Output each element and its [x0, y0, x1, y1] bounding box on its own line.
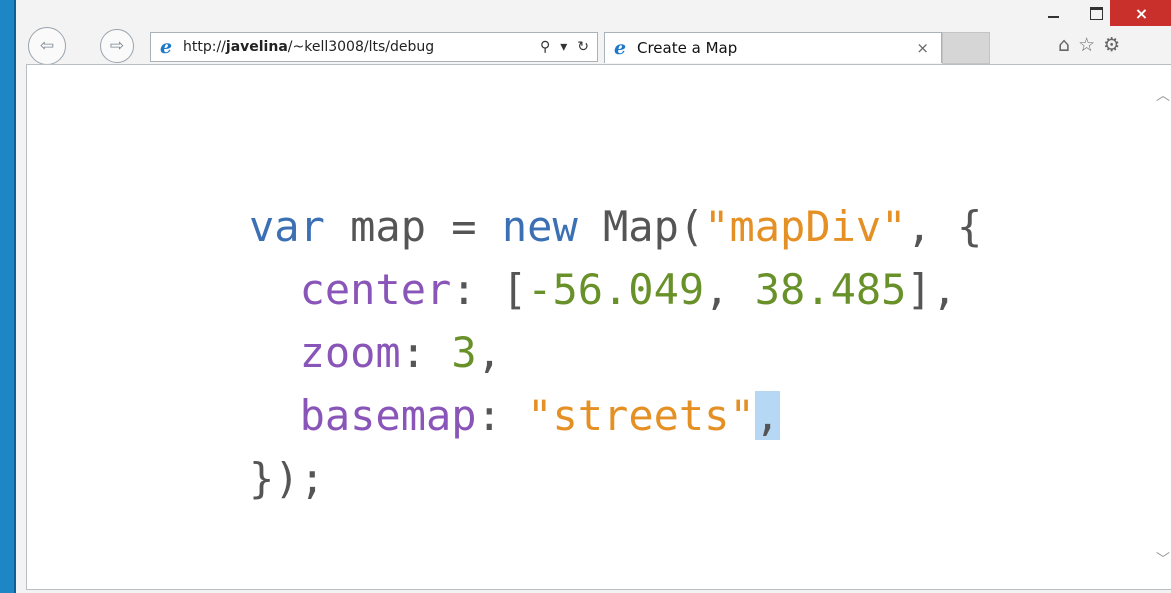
- address-tools: ⚲ ▾ ↻: [540, 39, 597, 55]
- prop-zoom: zoom: [299, 328, 401, 377]
- close-icon: ×: [1134, 3, 1149, 23]
- refresh-icon[interactable]: ↻: [577, 39, 589, 55]
- tab-close-icon[interactable]: ×: [916, 39, 929, 57]
- toolbar-icons: ⌂ ☆ ⚙: [1058, 34, 1120, 56]
- maximize-icon: [1089, 6, 1103, 20]
- page-content: ︿ ﹀ var map = new Map("mapDiv", { center…: [26, 64, 1171, 590]
- url-host: javelina: [225, 39, 288, 55]
- browser-tab[interactable]: e Create a Map ×: [604, 32, 942, 63]
- code-block: var map = new Map("mapDiv", { center: [-…: [249, 195, 982, 510]
- keyword-new: new: [501, 202, 578, 251]
- dropdown-icon[interactable]: ▾: [560, 39, 567, 55]
- scroll-down-icon[interactable]: ﹀: [1156, 549, 1170, 569]
- prop-center: center: [299, 265, 452, 314]
- back-button[interactable]: ⇦: [28, 27, 66, 65]
- number-zoom: 3: [451, 328, 477, 377]
- code-line-3: zoom: 3,: [249, 321, 982, 384]
- tab-title: Create a Map: [637, 39, 738, 57]
- forward-button[interactable]: ⇨: [100, 29, 134, 63]
- code-line-1: var map = new Map("mapDiv", {: [249, 195, 982, 258]
- settings-icon[interactable]: ⚙: [1103, 34, 1120, 56]
- search-icon[interactable]: ⚲: [540, 39, 550, 55]
- number-longitude: -56.049: [527, 265, 705, 314]
- forward-arrow-icon: ⇨: [109, 36, 125, 56]
- string-streets: "streets": [527, 391, 755, 440]
- center-comma: ,: [704, 265, 755, 314]
- address-url[interactable]: http://javelina/~kell3008/lts/debug: [183, 39, 434, 55]
- center-colon: : [: [451, 265, 528, 314]
- object-close: });: [249, 454, 325, 503]
- keyword-var: var: [249, 202, 325, 251]
- zoom-comma: ,: [476, 328, 502, 377]
- var-name: map: [324, 202, 452, 251]
- center-close: ],: [906, 265, 958, 314]
- close-window-button[interactable]: ×: [1110, 0, 1171, 26]
- scroll-up-icon[interactable]: ︿: [1156, 85, 1170, 105]
- new-tab-button[interactable]: [942, 32, 990, 64]
- number-latitude: 38.485: [754, 265, 907, 314]
- back-arrow-icon: ⇦: [39, 36, 55, 56]
- string-mapdiv: "mapDiv": [704, 202, 907, 251]
- code-line-4: basemap: "streets",: [249, 384, 982, 447]
- url-prefix: http://: [183, 39, 226, 55]
- selected-comma[interactable]: ,: [754, 391, 781, 440]
- constructor-call: Map(: [577, 202, 705, 251]
- zoom-colon: :: [400, 328, 452, 377]
- ie-logo-icon: e: [159, 36, 173, 58]
- browser-window: × ⇦ ⇨ e http://javelina/~kell3008/lts/de…: [14, 0, 1171, 593]
- tab-ie-logo-icon: e: [613, 37, 627, 59]
- url-path: /~kell3008/lts/debug: [287, 39, 435, 55]
- prop-basemap: basemap: [299, 391, 477, 440]
- minimize-button[interactable]: [1035, 0, 1071, 26]
- code-line-5: });: [249, 447, 982, 510]
- minimize-icon: [1047, 16, 1059, 18]
- basemap-colon: :: [476, 391, 528, 440]
- address-bar[interactable]: e http://javelina/~kell3008/lts/debug ⚲ …: [150, 32, 598, 62]
- operator-equals: =: [451, 202, 502, 251]
- home-icon[interactable]: ⌂: [1058, 34, 1070, 56]
- object-open: , {: [906, 202, 983, 251]
- maximize-button[interactable]: [1078, 0, 1114, 26]
- code-line-2: center: [-56.049, 38.485],: [249, 258, 982, 321]
- favorites-icon[interactable]: ☆: [1078, 34, 1095, 56]
